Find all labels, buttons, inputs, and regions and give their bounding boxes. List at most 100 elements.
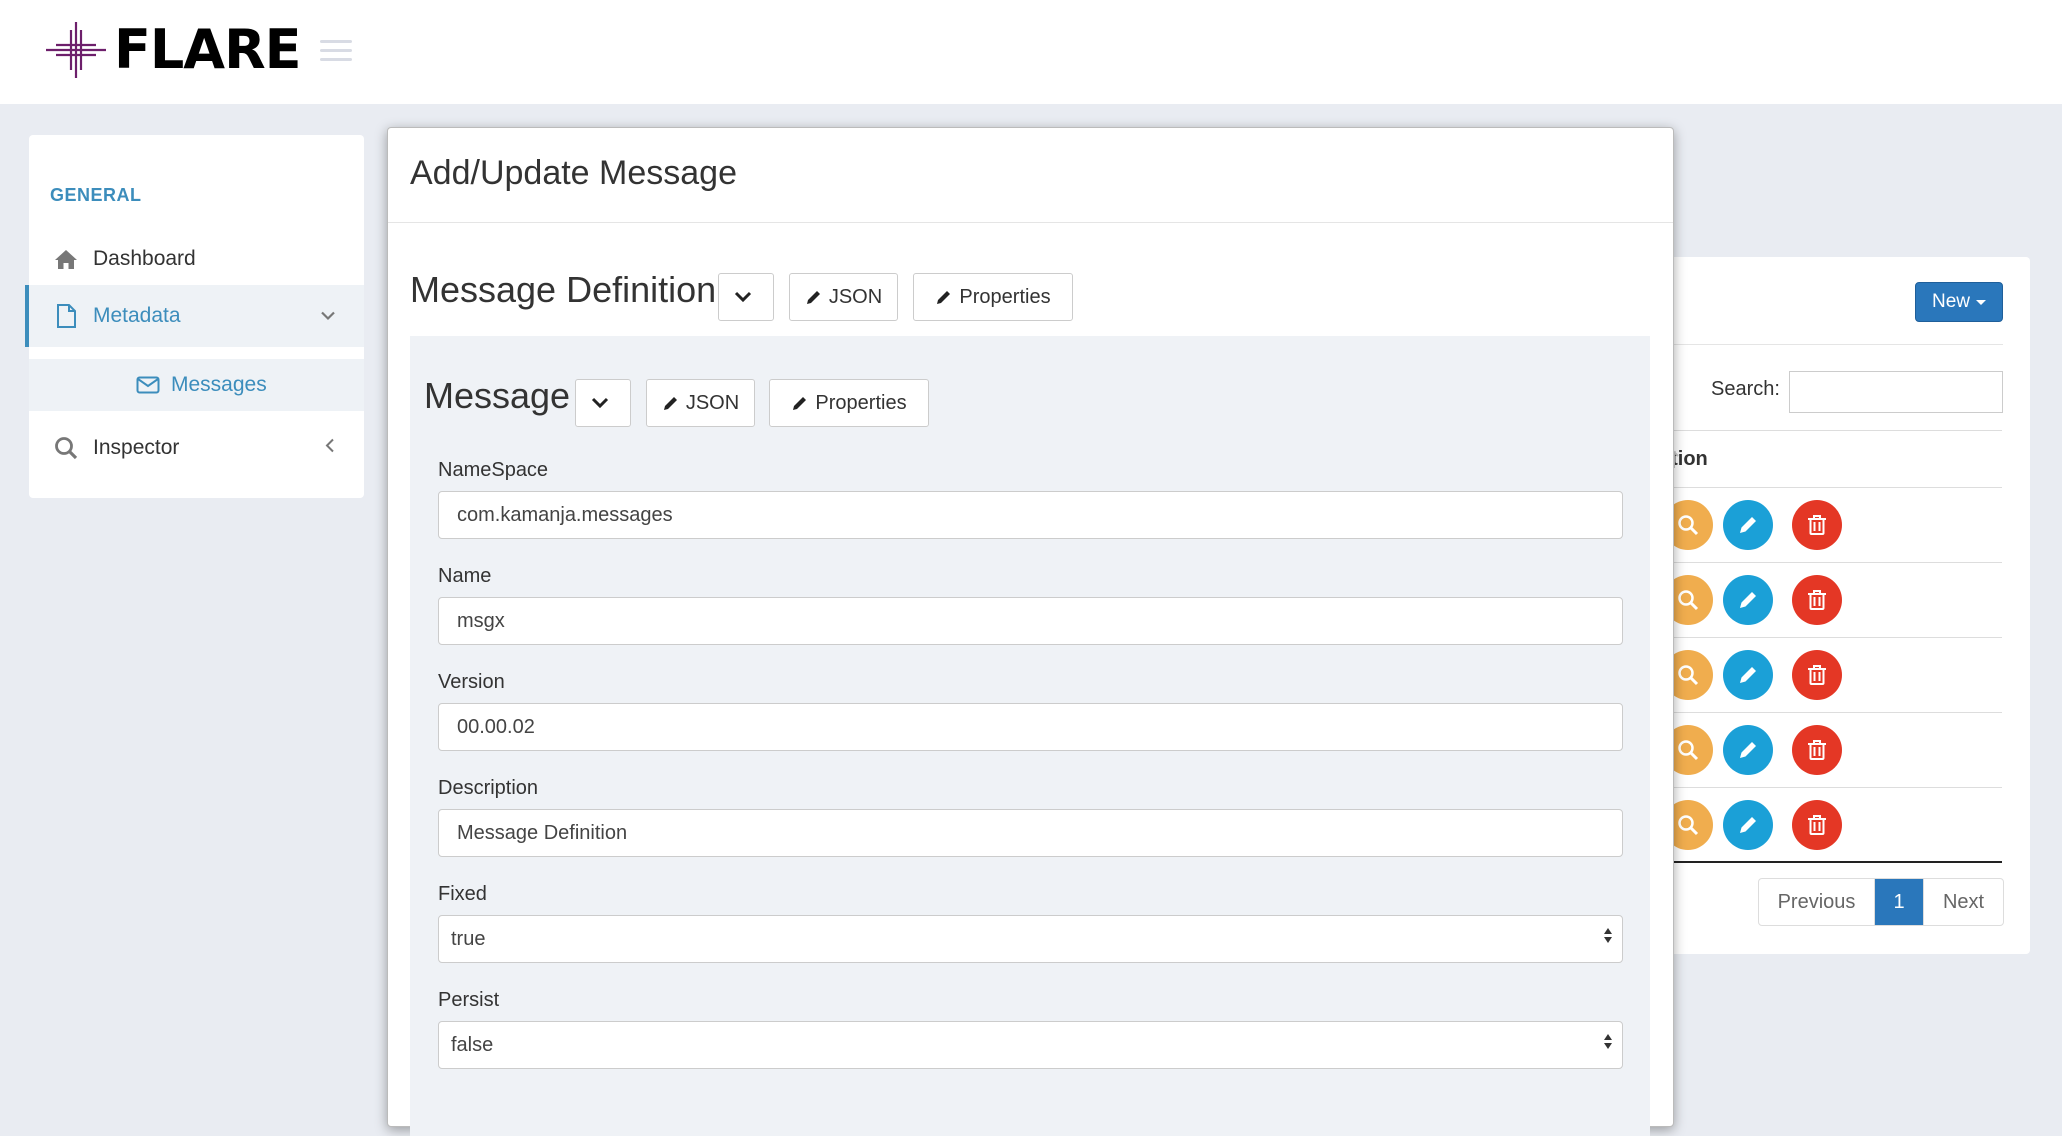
- search-icon: [53, 435, 79, 461]
- sidebar-header: GENERAL: [50, 185, 142, 205]
- sort-icon[interactable]: [1660, 448, 1994, 476]
- delete-button[interactable]: [1792, 725, 1842, 775]
- search-input[interactable]: [1789, 371, 2003, 413]
- pencil-icon: [663, 397, 677, 410]
- modal-title: Add/Update Message: [410, 154, 737, 192]
- definition-json-button[interactable]: JSON: [789, 273, 898, 321]
- sidebar-item-label: Messages: [171, 373, 267, 396]
- zoom-icon: [1678, 590, 1699, 611]
- namespace-label: NameSpace: [438, 459, 549, 481]
- menu-toggle-icon[interactable]: [320, 40, 352, 64]
- pencil-icon: [1740, 817, 1756, 833]
- definition-properties-button[interactable]: Properties: [913, 273, 1073, 321]
- zoom-icon: [1678, 665, 1699, 686]
- trash-icon: [1808, 740, 1826, 760]
- new-button-label: New: [1931, 291, 1970, 312]
- modal-divider: [388, 222, 1673, 223]
- logo-text: FLARE: [114, 18, 302, 81]
- home-icon: [53, 246, 79, 272]
- table-row: [1663, 788, 2002, 863]
- chevron-left-icon: [324, 438, 336, 459]
- sidebar-item-inspector[interactable]: Inspector: [29, 420, 364, 476]
- trash-icon: [1808, 590, 1826, 610]
- description-label: Description: [438, 777, 539, 799]
- select-arrows-icon: [1604, 928, 1612, 943]
- sidebar-item-label: Metadata: [93, 304, 181, 327]
- select-arrows-icon: [1604, 1034, 1612, 1049]
- sidebar: GENERAL Dashboard Metadata Messages Insp…: [25, 135, 364, 498]
- trash-icon: [1808, 815, 1826, 835]
- table-row: [1663, 488, 2002, 563]
- message-properties-button[interactable]: Properties: [769, 379, 929, 427]
- new-button[interactable]: New: [1915, 282, 2003, 322]
- divider: [1669, 344, 2003, 345]
- message-definition-title: Message Definition: [410, 269, 717, 310]
- edit-button[interactable]: [1723, 725, 1773, 775]
- pencil-icon: [1740, 667, 1756, 683]
- persist-select[interactable]: false: [438, 1021, 1623, 1069]
- next-page-button[interactable]: Next: [1923, 879, 2003, 925]
- definition-collapse-button[interactable]: [718, 273, 774, 321]
- message-json-button[interactable]: JSON: [646, 379, 755, 427]
- button-label: JSON: [685, 391, 740, 414]
- caret-down-icon: [1976, 299, 1986, 305]
- trash-icon: [1808, 515, 1826, 535]
- edit-button[interactable]: [1723, 575, 1773, 625]
- search-label: Search:: [1711, 378, 1780, 400]
- fixed-select[interactable]: true: [438, 915, 1623, 963]
- page-1-button[interactable]: 1: [1875, 879, 1923, 925]
- pencil-icon: [937, 291, 951, 304]
- button-label: Properties: [815, 391, 907, 414]
- chevron-down-icon: [734, 291, 752, 303]
- persist-select-value: false: [451, 1033, 494, 1056]
- file-icon: [53, 303, 79, 329]
- namespace-input[interactable]: com.kamanja.messages: [438, 491, 1623, 539]
- flare-logo[interactable]: FLARE: [44, 18, 302, 81]
- zoom-icon: [1678, 515, 1699, 536]
- table-header[interactable]: ction: [1660, 430, 2002, 488]
- fixed-label: Fixed: [438, 883, 487, 905]
- envelope-icon: [135, 372, 161, 398]
- delete-button[interactable]: [1792, 500, 1842, 550]
- zoom-icon: [1678, 740, 1699, 761]
- name-label: Name: [438, 565, 492, 587]
- pencil-icon: [806, 291, 820, 304]
- version-label: Version: [438, 671, 505, 693]
- delete-button[interactable]: [1792, 650, 1842, 700]
- trash-icon: [1808, 665, 1826, 685]
- chevron-down-icon: [591, 397, 609, 409]
- previous-page-button[interactable]: Previous: [1759, 879, 1875, 925]
- name-input[interactable]: msgx: [438, 597, 1623, 645]
- sidebar-item-label: Dashboard: [93, 247, 196, 270]
- pencil-icon: [1740, 742, 1756, 758]
- pencil-icon: [1740, 592, 1756, 608]
- edit-button[interactable]: [1723, 800, 1773, 850]
- zoom-icon: [1678, 815, 1699, 836]
- button-label: JSON: [828, 285, 883, 308]
- message-collapse-button[interactable]: [575, 379, 631, 427]
- pagination: Previous 1 Next: [1758, 878, 2004, 926]
- table-row: [1663, 563, 2002, 638]
- messages-table: ction: [1660, 430, 2002, 863]
- persist-label: Persist: [438, 989, 500, 1011]
- sidebar-item-label: Inspector: [93, 436, 180, 459]
- description-input[interactable]: Message Definition: [438, 809, 1623, 857]
- fixed-select-value: true: [451, 927, 486, 950]
- sidebar-item-metadata[interactable]: Metadata: [25, 285, 364, 347]
- table-row: [1663, 713, 2002, 788]
- sidebar-item-messages[interactable]: Messages: [29, 359, 364, 411]
- flare-logo-icon: [46, 22, 106, 78]
- chevron-down-icon: [320, 306, 336, 327]
- pencil-icon: [793, 397, 807, 410]
- message-title: Message: [424, 375, 571, 416]
- button-label: Properties: [959, 285, 1051, 308]
- sidebar-item-dashboard[interactable]: Dashboard: [29, 235, 364, 283]
- edit-button[interactable]: [1723, 500, 1773, 550]
- version-input[interactable]: 00.00.02: [438, 703, 1623, 751]
- table-row: [1663, 638, 2002, 713]
- pencil-icon: [1740, 517, 1756, 533]
- delete-button[interactable]: [1792, 575, 1842, 625]
- delete-button[interactable]: [1792, 800, 1842, 850]
- edit-button[interactable]: [1723, 650, 1773, 700]
- top-navbar: FLARE: [0, 0, 2062, 104]
